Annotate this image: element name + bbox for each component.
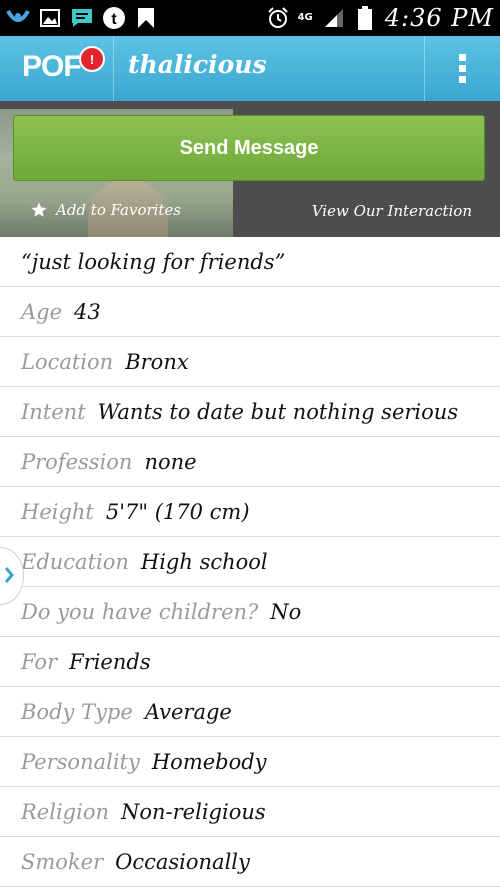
detail-row-body-type: Body Type Average: [0, 687, 500, 737]
detail-value: none: [144, 449, 197, 474]
detail-value: No: [270, 599, 302, 624]
detail-label: Education: [21, 549, 129, 574]
notification-icons: t: [6, 4, 158, 32]
detail-value: Homebody: [151, 749, 267, 774]
detail-row-location: Location Bronx: [0, 337, 500, 387]
profile-header: Send Message Add to Favorites View Our I…: [0, 101, 500, 237]
app-logo: POF: [22, 50, 82, 83]
notification-badge: !: [79, 46, 105, 72]
detail-value: High school: [140, 549, 268, 574]
profile-headline: “just looking for friends”: [21, 249, 286, 274]
bookmark-app-icon: [134, 6, 158, 30]
detail-label: Do you have children?: [21, 599, 259, 624]
detail-row-smoker: Smoker Occasionally: [0, 837, 500, 887]
detail-value: Friends: [69, 649, 151, 674]
detail-label: Smoker: [21, 849, 104, 874]
detail-label: For: [21, 649, 58, 674]
detail-label: Religion: [21, 799, 109, 824]
detail-value: Non-religious: [121, 799, 266, 824]
star-icon: [31, 202, 47, 217]
detail-label: Height: [21, 499, 94, 524]
detail-value: 43: [74, 299, 101, 324]
tumblr-icon: t: [102, 6, 126, 30]
detail-row-for: For Friends: [0, 637, 500, 687]
detail-row-children: Do you have children? No: [0, 587, 500, 637]
detail-label: Age: [21, 299, 63, 324]
battery-icon: [353, 6, 377, 30]
signal-app-icon: [6, 6, 30, 30]
alarm-icon: [266, 6, 290, 30]
chevron-right-icon: [4, 567, 14, 583]
detail-label: Personality: [21, 749, 140, 774]
detail-label: Body Type: [21, 699, 133, 724]
add-to-favorites-button[interactable]: Add to Favorites: [30, 201, 181, 219]
detail-value: 5'7" (170 cm): [105, 499, 250, 524]
detail-row-personality: Personality Homebody: [0, 737, 500, 787]
headline-row: “just looking for friends”: [0, 237, 500, 287]
network-type-label: 4G: [297, 12, 313, 23]
cell-signal-icon: [321, 6, 345, 30]
app-bar: POF ! thalicious: [0, 36, 500, 101]
system-icons: 4G 4:36 PM: [266, 0, 494, 36]
svg-text:t: t: [111, 11, 117, 28]
detail-value: Occasionally: [115, 849, 250, 874]
overflow-menu-icon[interactable]: [425, 36, 500, 101]
detail-row-height: Height 5'7" (170 cm): [0, 487, 500, 537]
chat-icon: [70, 6, 94, 30]
detail-label: Location: [21, 349, 114, 374]
detail-value: Bronx: [125, 349, 189, 374]
profile-details-list: “just looking for friends” Age 43 Locatio…: [0, 237, 500, 887]
gallery-icon: [38, 6, 62, 30]
detail-row-education: Education High school: [0, 537, 500, 587]
status-bar: t 4G 4:36 PM: [0, 0, 500, 36]
detail-row-age: Age 43: [0, 287, 500, 337]
detail-value: Wants to date but nothing serious: [97, 399, 459, 424]
clock: 4:36 PM: [384, 4, 494, 32]
send-message-button[interactable]: Send Message: [13, 115, 485, 181]
detail-label: Intent: [21, 399, 86, 424]
add-to-favorites-label: Add to Favorites: [56, 201, 182, 219]
detail-value: Average: [144, 699, 232, 724]
detail-row-intent: Intent Wants to date but nothing serious: [0, 387, 500, 437]
detail-row-profession: Profession none: [0, 437, 500, 487]
view-our-interaction-link[interactable]: View Our Interaction: [312, 202, 472, 220]
detail-row-religion: Religion Non-religious: [0, 787, 500, 837]
profile-username: thalicious: [128, 50, 267, 79]
app-bar-divider: [113, 36, 114, 101]
detail-label: Profession: [21, 449, 133, 474]
